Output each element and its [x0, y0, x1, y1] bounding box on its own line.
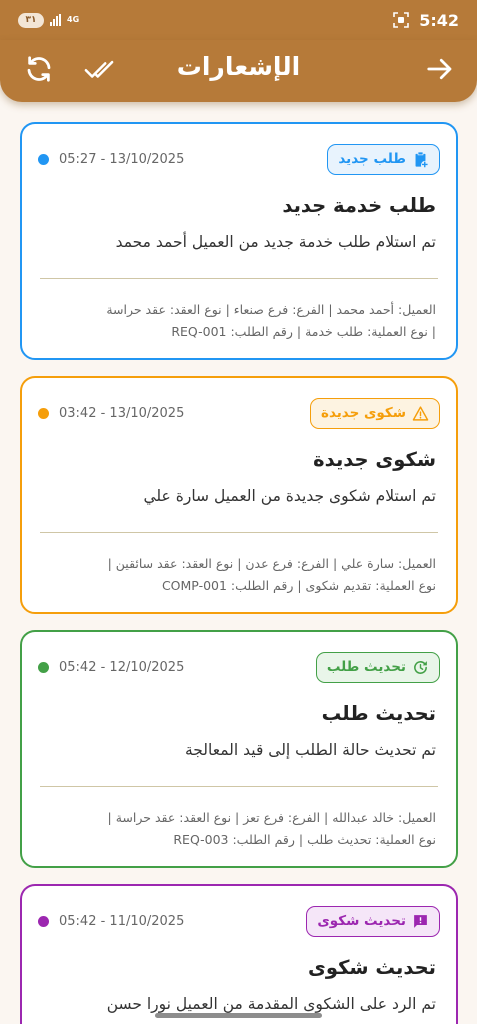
- network-label: 4G: [67, 15, 80, 24]
- status-right: 5:42: [393, 11, 459, 30]
- card-message: تم استلام طلب خدمة جديد من العميل أحمد م…: [115, 233, 436, 251]
- feedback-icon: [414, 914, 427, 928]
- signal-icon: [50, 14, 61, 26]
- card-message: تم الرد على الشكوى المقدمة من العميل نور…: [106, 995, 436, 1013]
- card-date-row: 05:42 - 12/10/2025: [38, 660, 184, 675]
- card-date: 03:42 - 13/10/2025: [59, 405, 185, 421]
- status-time: 5:42: [419, 10, 459, 30]
- home-indicator: [155, 1013, 322, 1018]
- notification-card[interactable]: 05:27 - 13/10/2025 طلب جديد طلب خدمة جدي…: [20, 122, 458, 360]
- card-title: تحديث طلب: [321, 702, 436, 725]
- status-bar: ٣١ 4G 5:42: [0, 0, 477, 40]
- card-date: 05:42 - 11/10/2025: [59, 913, 185, 929]
- card-details: العميل: أحمد محمد | الفرع: فرع صنعاء | ن…: [34, 299, 436, 343]
- card-date: 05:27 - 13/10/2025: [59, 151, 185, 167]
- card-divider: [40, 278, 438, 279]
- card-title: طلب خدمة جديد: [282, 194, 436, 217]
- card-header: 05:42 - 11/10/2025 تحديث شكوى: [38, 904, 440, 938]
- screenshot-icon: [393, 12, 410, 28]
- status-dot: [38, 915, 49, 927]
- card-message: تم استلام شكوى جديدة من العميل سارة علي: [143, 487, 436, 505]
- details-line: نوع العملية: تحديث طلب | رقم الطلب: REQ-…: [173, 832, 436, 847]
- battery-badge: ٣١: [18, 12, 44, 28]
- card-date-row: 03:42 - 13/10/2025: [38, 406, 184, 421]
- clipboard-add-icon: [415, 151, 428, 167]
- card-title: شكوى جديدة: [313, 448, 436, 471]
- update-icon: [414, 660, 427, 674]
- type-badge: طلب جديد: [327, 143, 440, 175]
- card-header: 05:27 - 13/10/2025 طلب جديد: [38, 142, 440, 176]
- arrow-forward-icon: [427, 58, 452, 80]
- badge-label: شكوى جديدة: [320, 405, 406, 421]
- status-left: ٣١ 4G: [18, 12, 80, 28]
- back-button[interactable]: [425, 54, 455, 84]
- type-badge: تحديث طلب: [315, 651, 440, 683]
- notification-card[interactable]: 05:42 - 11/10/2025 تحديث شكوى تحديث شكوى…: [20, 884, 458, 1024]
- card-date-row: 05:27 - 13/10/2025: [38, 152, 184, 167]
- details-line: العميل: أحمد محمد | الفرع: فرع صنعاء | ن…: [106, 302, 436, 317]
- card-header: 03:42 - 13/10/2025 شكوى جديدة: [38, 396, 440, 430]
- card-divider: [40, 532, 438, 533]
- card-details: العميل: سارة علي | الفرع: فرع عدن | نوع …: [34, 553, 436, 597]
- notification-card[interactable]: 03:42 - 13/10/2025 شكوى جديدة شكوى جديدة…: [20, 376, 458, 614]
- type-badge: شكوى جديدة: [309, 397, 440, 429]
- card-details: العميل: خالد عبدالله | الفرع: فرع تعز | …: [34, 807, 436, 851]
- app-bar: الإشعارات: [0, 40, 477, 102]
- details-line: نوع العملية: تقديم شكوى | رقم الطلب: COM…: [161, 578, 436, 593]
- card-divider: [40, 786, 438, 787]
- warning-icon: [412, 405, 429, 421]
- badge-label: تحديث طلب: [326, 659, 406, 675]
- card-message: تم تحديث حالة الطلب إلى قيد المعالجة: [184, 741, 436, 759]
- card-title: تحديث شكوى: [307, 956, 436, 979]
- card-date: 05:42 - 12/10/2025: [59, 659, 185, 675]
- details-line: العميل: سارة علي | الفرع: فرع عدن | نوع …: [107, 556, 436, 571]
- details-line: العميل: خالد عبدالله | الفرع: فرع تعز | …: [107, 810, 436, 825]
- badge-label: طلب جديد: [338, 151, 406, 167]
- status-dot: [38, 153, 49, 165]
- card-date-row: 05:42 - 11/10/2025: [38, 914, 184, 929]
- status-dot: [38, 661, 49, 673]
- card-header: 05:42 - 12/10/2025 تحديث طلب: [38, 650, 440, 684]
- type-badge: تحديث شكوى: [306, 905, 440, 937]
- badge-label: تحديث شكوى: [317, 913, 406, 929]
- page-title: الإشعارات: [176, 52, 301, 81]
- status-dot: [38, 407, 49, 419]
- details-line: | نوع العملية: طلب خدمة | رقم الطلب: REQ…: [171, 324, 436, 339]
- notification-card[interactable]: 05:42 - 12/10/2025 تحديث طلب تحديث طلب ت…: [20, 630, 458, 868]
